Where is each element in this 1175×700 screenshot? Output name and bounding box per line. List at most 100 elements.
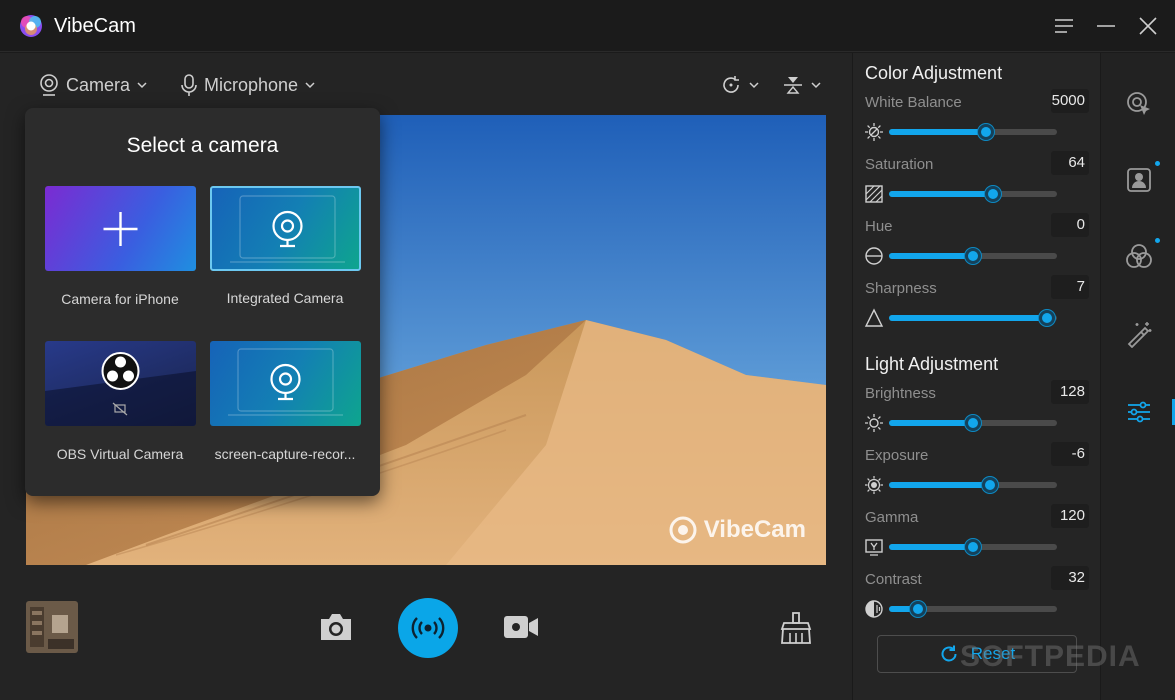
saturation-value[interactable]: 64: [1051, 151, 1089, 175]
webcam-icon: [230, 195, 345, 263]
minimize-icon[interactable]: [1094, 14, 1118, 38]
light-adjustment-title: Light Adjustment: [865, 354, 999, 374]
softpedia-watermark: SOFTPEDIA: [960, 640, 1141, 673]
flip-icon: [784, 77, 802, 94]
slider-fill: [889, 129, 987, 135]
slider-fill: [889, 315, 1047, 321]
contrast-slider[interactable]: [889, 601, 1057, 617]
slider-fill: [889, 420, 973, 426]
camera-label-screen-capture: screen-capture-recor...: [214, 446, 356, 462]
gamma-icon: [865, 539, 883, 556]
rotate-icon: [723, 76, 739, 93]
gamma-slider[interactable]: [889, 539, 1057, 555]
saturation-slider[interactable]: [889, 186, 1057, 202]
magic-wand-icon[interactable]: [1125, 320, 1153, 348]
sharpness-slider[interactable]: [889, 310, 1057, 326]
camera-select-popup: Select a camera Camera for iPhone Integr…: [25, 108, 380, 496]
popup-title: Select a camera: [126, 134, 279, 157]
clean-icon[interactable]: [778, 611, 814, 645]
sharpness-label: Sharpness: [865, 280, 937, 297]
live-broadcast-button[interactable]: [398, 598, 458, 658]
slider-knob[interactable]: [1038, 310, 1055, 326]
thumbnail-image: [26, 601, 78, 653]
slider-fill: [889, 482, 990, 488]
camera-tile-obs[interactable]: [45, 341, 196, 426]
microphone-dropdown-label: Microphone: [204, 74, 299, 95]
record-video-icon[interactable]: [503, 613, 539, 641]
preview-watermark: VibeCam: [668, 515, 806, 545]
sharpness-value[interactable]: 7: [1051, 275, 1089, 299]
saturation-icon: [865, 185, 883, 203]
gallery-thumbnail[interactable]: [26, 601, 78, 653]
title-bar: VibeCam: [0, 0, 1175, 52]
slider-knob[interactable]: [978, 124, 995, 140]
exposure-slider[interactable]: [889, 477, 1057, 493]
hue-icon: [865, 247, 883, 265]
slider-knob[interactable]: [965, 248, 981, 264]
webcam-icon: [228, 348, 343, 416]
app-title: VibeCam: [54, 15, 136, 37]
camera-label-integrated: Integrated Camera: [226, 290, 344, 306]
slider-knob[interactable]: [965, 415, 981, 431]
filters-notification-dot: [1155, 238, 1160, 243]
slider-knob[interactable]: [985, 186, 1002, 202]
camera-dropdown[interactable]: Camera: [38, 71, 148, 99]
preview-watermark-text: VibeCam: [703, 516, 806, 543]
camera-tile-integrated[interactable]: [210, 186, 361, 271]
microphone-icon: [181, 74, 197, 96]
chevron-down-icon: [811, 82, 821, 89]
contrast-value[interactable]: 32: [1051, 566, 1089, 590]
main-area: Camera Microphone VibeCam Select a camer…: [0, 53, 852, 700]
obs-icon: [45, 352, 196, 426]
gamma-value[interactable]: 120: [1051, 504, 1089, 528]
filters-icon[interactable]: [1125, 243, 1153, 271]
hue-label: Hue: [865, 218, 893, 235]
app-logo-icon: [20, 15, 42, 37]
snapshot-icon[interactable]: [318, 611, 354, 643]
white-balance-value[interactable]: 5000: [1051, 89, 1089, 113]
exposure-label: Exposure: [865, 447, 929, 464]
brightness-slider[interactable]: [889, 415, 1057, 431]
chevron-down-icon: [749, 82, 759, 89]
chevron-down-icon: [305, 82, 315, 89]
close-icon[interactable]: [1136, 14, 1160, 38]
camera-icon: [40, 74, 58, 96]
add-icon: [103, 212, 138, 246]
exposure-value[interactable]: -6: [1051, 442, 1089, 466]
adjustment-panel: Color Adjustment White Balance 5000 Satu…: [852, 53, 1100, 700]
slider-fill: [889, 544, 973, 550]
brightness-value[interactable]: 128: [1051, 380, 1089, 404]
slider-knob[interactable]: [965, 539, 981, 555]
camera-tile-screen-capture[interactable]: [210, 341, 361, 426]
watermark-logo-icon: [669, 516, 697, 544]
flip-dropdown[interactable]: [782, 71, 822, 99]
camera-label-obs: OBS Virtual Camera: [56, 446, 184, 462]
tool-rail: [1100, 53, 1175, 700]
portrait-icon[interactable]: [1125, 166, 1153, 194]
saturation-label: Saturation: [865, 156, 934, 173]
chevron-down-icon: [137, 82, 147, 89]
gamma-label: Gamma: [865, 509, 919, 526]
portrait-notification-dot: [1155, 161, 1160, 166]
white-balance-slider[interactable]: [889, 124, 1057, 140]
camera-label-iphone: Camera for iPhone: [61, 291, 179, 307]
slider-fill: [889, 253, 973, 259]
cursor-effect-icon[interactable]: [1125, 90, 1153, 118]
white-balance-icon: [865, 123, 883, 141]
microphone-dropdown[interactable]: Microphone: [180, 71, 316, 99]
adjust-sliders-icon[interactable]: [1125, 398, 1153, 426]
slider-knob[interactable]: [909, 601, 926, 617]
brightness-icon: [865, 414, 883, 432]
brightness-label: Brightness: [865, 385, 936, 402]
menu-icon[interactable]: [1052, 14, 1076, 38]
white-balance-label: White Balance: [865, 94, 962, 111]
contrast-icon: [865, 600, 883, 618]
hue-slider[interactable]: [889, 248, 1057, 264]
camera-tile-iphone[interactable]: [45, 186, 196, 271]
camera-dropdown-label: Camera: [66, 74, 131, 95]
slider-knob[interactable]: [981, 477, 998, 493]
reset-icon: [941, 645, 957, 662]
rotate-dropdown[interactable]: [720, 71, 760, 99]
live-broadcast-icon: [411, 617, 445, 639]
hue-value[interactable]: 0: [1051, 213, 1089, 237]
